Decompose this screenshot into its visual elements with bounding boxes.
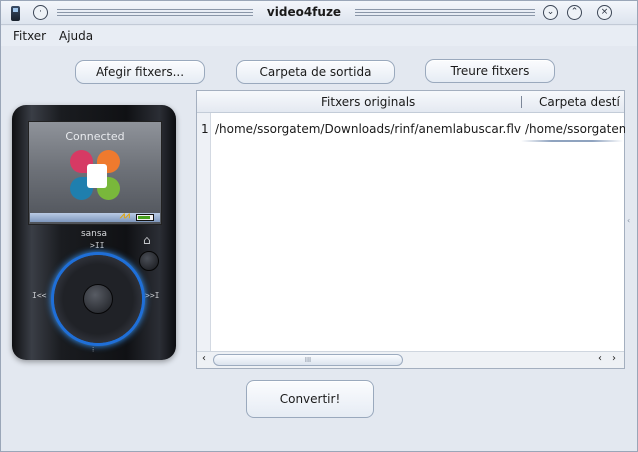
home-icon: ⌂ (143, 233, 151, 247)
window-edge-grip: ‹ (627, 216, 631, 225)
menu-ajuda[interactable]: Ajuda (59, 29, 93, 43)
row-number[interactable]: 1 (201, 122, 209, 136)
device-side-button (139, 251, 159, 271)
horizontal-scrollbar[interactable]: ‹ III ‹ › (197, 351, 624, 368)
minimize-icon[interactable]: ⌄ (543, 5, 558, 20)
device-status-text: Connected (65, 130, 125, 143)
app-icon[interactable] (11, 6, 20, 21)
table-header: Fitxers originals Carpeta destí (197, 91, 624, 113)
device-center-button (83, 284, 113, 314)
device-screen: Connected ⩘⩘ (28, 121, 162, 225)
app-window: · video4fuze ⌄ ⌃ × Fitxer Ajuda Afegir f… (0, 0, 638, 452)
scrollbar-thumb[interactable]: III (213, 354, 403, 366)
cell-destination-folder[interactable]: /home/ssorgatem (525, 122, 625, 136)
maximize-icon[interactable]: ⌃ (567, 5, 582, 20)
menu-fitxer[interactable]: Fitxer (13, 29, 46, 43)
column-separator[interactable] (521, 96, 522, 108)
window-menu-icon[interactable]: · (33, 5, 48, 20)
column-header-destination[interactable]: Carpeta destí (539, 95, 620, 109)
device-bottom-mark: ⁝ (92, 346, 95, 354)
scroll-left-end-icon[interactable]: ‹ (598, 353, 602, 364)
battery-icon (136, 214, 154, 221)
remove-files-button[interactable]: Treure fitxers (425, 59, 555, 83)
menu-bar: Fitxer Ajuda (1, 26, 637, 46)
output-folder-button[interactable]: Carpeta de sortida (236, 60, 395, 84)
sansa-logo-icon (70, 150, 122, 202)
next-label: >>I (145, 291, 160, 300)
play-pause-label: >II (90, 241, 105, 250)
prev-label: I<< (32, 291, 47, 300)
title-bar: · video4fuze ⌄ ⌃ × (1, 1, 637, 25)
cell-original-file[interactable]: /home/ssorgatem/Downloads/rinf/anemlabus… (215, 122, 521, 136)
selection-underline (521, 140, 623, 142)
device-status-bar: ⩘⩘ (30, 211, 160, 222)
device-scroll-wheel (54, 255, 142, 343)
row-number-column (197, 113, 211, 353)
column-header-original[interactable]: Fitxers originals (321, 95, 415, 109)
close-icon[interactable]: × (597, 5, 612, 20)
add-files-button[interactable]: Afegir fitxers... (75, 60, 205, 84)
signal-icon: ⩘⩘ (119, 211, 130, 221)
file-table[interactable]: Fitxers originals Carpeta destí 1 /home/… (196, 90, 625, 369)
title-bar-grip (57, 9, 253, 16)
scroll-left-icon[interactable]: ‹ (202, 353, 206, 364)
sansa-fuze-device-image: Connected ⩘⩘ sansa ⌂ >II I<< >>I ⁝ (12, 105, 176, 360)
scroll-right-icon[interactable]: › (612, 353, 616, 364)
title-bar-grip-right (355, 9, 535, 16)
window-title: video4fuze (266, 5, 342, 19)
convert-button[interactable]: Convertir! (246, 380, 374, 418)
device-brand: sansa (80, 229, 108, 239)
